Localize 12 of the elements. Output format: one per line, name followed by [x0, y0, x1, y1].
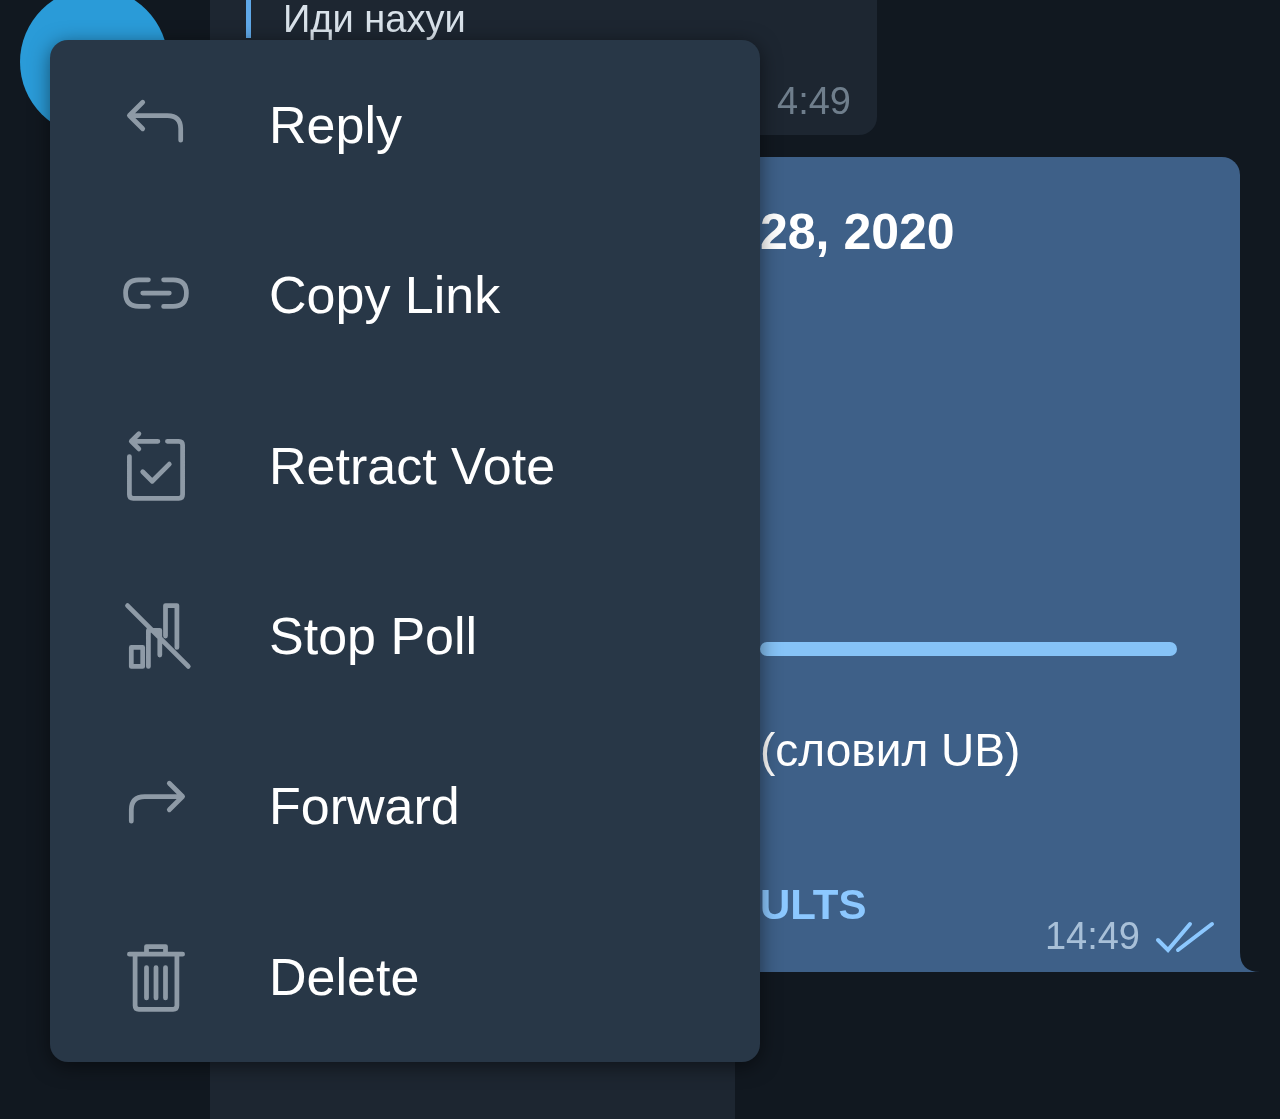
message-time: 4:49 — [777, 80, 851, 123]
menu-item[interactable]: Reply — [50, 40, 760, 211]
menu-item[interactable]: Forward — [50, 721, 760, 892]
poll-option: (словил UB) — [760, 720, 1214, 780]
quoted-text: Иди нахуи — [283, 0, 466, 38]
poll-title: 28, 2020 — [760, 203, 956, 262]
message-time: 14:49 — [1044, 915, 1140, 958]
results-button[interactable]: ULTS — [760, 880, 867, 930]
menu-item[interactable]: Delete — [50, 891, 760, 1062]
menu-item[interactable]: Copy Link — [50, 210, 760, 381]
menu-item[interactable]: Retract Vote — [50, 380, 760, 551]
menu-item[interactable]: Stop Poll — [50, 551, 760, 722]
